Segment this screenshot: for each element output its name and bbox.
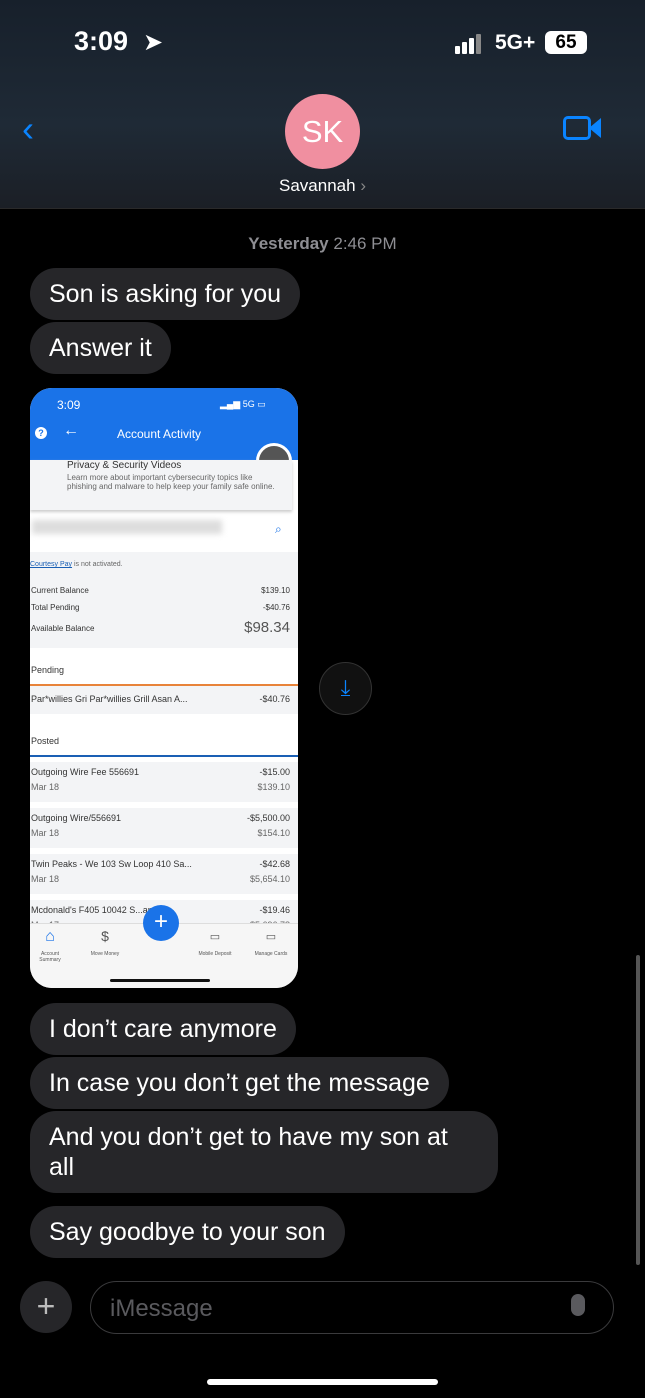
transaction-desc: Twin Peaks - We 103 Sw Loop 410 Sa...: [31, 859, 192, 869]
scrollbar[interactable]: [636, 955, 640, 1265]
home-indicator: [207, 1379, 438, 1385]
pending-label: Pending: [31, 665, 65, 675]
transaction-date: Mar 18: [31, 874, 60, 884]
posted-label: Posted: [31, 736, 60, 746]
message-bubble[interactable]: In case you don’t get the message: [30, 1057, 449, 1109]
transaction-date: Mar 18: [31, 828, 60, 838]
card-icon: ▭: [265, 931, 277, 943]
transaction-amount: -$15.00: [259, 767, 290, 777]
redacted-account: [32, 520, 222, 534]
status-time: 3:09: [74, 26, 129, 56]
transaction-desc: Outgoing Wire/556691: [31, 813, 122, 823]
home-icon: ⌂: [45, 928, 55, 945]
contact-name[interactable]: Savannah ›: [0, 176, 645, 196]
courtesy-pay-notice: Courtesy Pay is not activated.: [30, 561, 123, 568]
search-icon: ⌕: [275, 522, 282, 536]
avatar[interactable]: SK: [285, 94, 360, 169]
battery-icon: 65: [545, 31, 587, 54]
microphone-icon[interactable]: [571, 1294, 585, 1316]
transaction-balance: $154.10: [257, 828, 290, 838]
back-chevron-icon[interactable]: ‹: [22, 108, 34, 150]
message-bubble[interactable]: I don’t care anymore: [30, 1003, 296, 1055]
transaction-amount: -$42.68: [259, 859, 290, 869]
balance-label: Total Pending: [31, 603, 80, 612]
message-bubble[interactable]: And you don’t get to have my son at all: [30, 1111, 498, 1193]
transaction-desc: Outgoing Wire Fee 556691: [31, 767, 140, 777]
balance-value: $139.10: [261, 586, 290, 595]
video-call-icon-lens: [589, 118, 601, 138]
nav-label: Mobile Deposit: [198, 951, 232, 957]
nav-label: Account Summary: [39, 951, 61, 963]
back-arrow-icon: ←: [63, 422, 79, 439]
contact-name-label: Savannah: [279, 176, 356, 195]
balance-label: Available Balance: [31, 624, 95, 633]
image-attachment[interactable]: 3:09 ▂▄▆ 5G ▭ ? ← Account Activity Priva…: [30, 388, 298, 988]
network-label: 5G+: [495, 31, 536, 54]
balance-label: Current Balance: [31, 586, 89, 595]
timestamp: Yesterday 2:46 PM: [248, 234, 397, 253]
plus-icon[interactable]: +: [20, 1281, 72, 1333]
transaction-amount: -$5,500.00: [246, 813, 290, 823]
money-icon: $: [101, 928, 109, 944]
message-input[interactable]: iMessage: [90, 1281, 614, 1334]
embedded-network: ▂▄▆ 5G ▭: [220, 399, 266, 409]
transaction-balance: $5,654.10: [249, 874, 290, 884]
message-bubble[interactable]: Son is asking for you: [30, 268, 301, 320]
video-call-icon[interactable]: [563, 116, 591, 140]
nav-label: Move Money: [90, 951, 120, 957]
message-bubble[interactable]: Say goodbye to your son: [30, 1206, 345, 1258]
message-placeholder: iMessage: [110, 1295, 213, 1322]
signal-icon: [455, 34, 485, 54]
balance-value: -$40.76: [262, 603, 290, 612]
transaction-amount: -$19.46: [259, 905, 290, 915]
transaction-date: Mar 18: [31, 782, 60, 792]
nav-label: Manage Cards: [254, 951, 288, 957]
save-image-icon[interactable]: ⤓: [319, 662, 372, 715]
transaction-balance: $139.10: [257, 782, 290, 792]
available-balance: $98.34: [244, 619, 290, 636]
pending-desc: Par*willies Gri Par*willies Grill Asan A…: [31, 694, 188, 704]
message-bubble[interactable]: Answer it: [30, 322, 171, 374]
promo-title: Privacy & Security Videos: [67, 460, 182, 471]
embedded-title: Account Activity: [117, 427, 202, 441]
promo-text: Learn more about important cybersecurity…: [67, 473, 275, 491]
help-icon: ?: [35, 427, 47, 439]
embedded-time: 3:09: [57, 398, 81, 412]
deposit-icon: ▭: [209, 931, 221, 943]
chevron-right-icon: ›: [360, 176, 366, 195]
add-fab-icon: +: [143, 905, 179, 941]
location-arrow-icon: ➤: [143, 29, 164, 56]
pending-amount: -$40.76: [259, 694, 290, 704]
